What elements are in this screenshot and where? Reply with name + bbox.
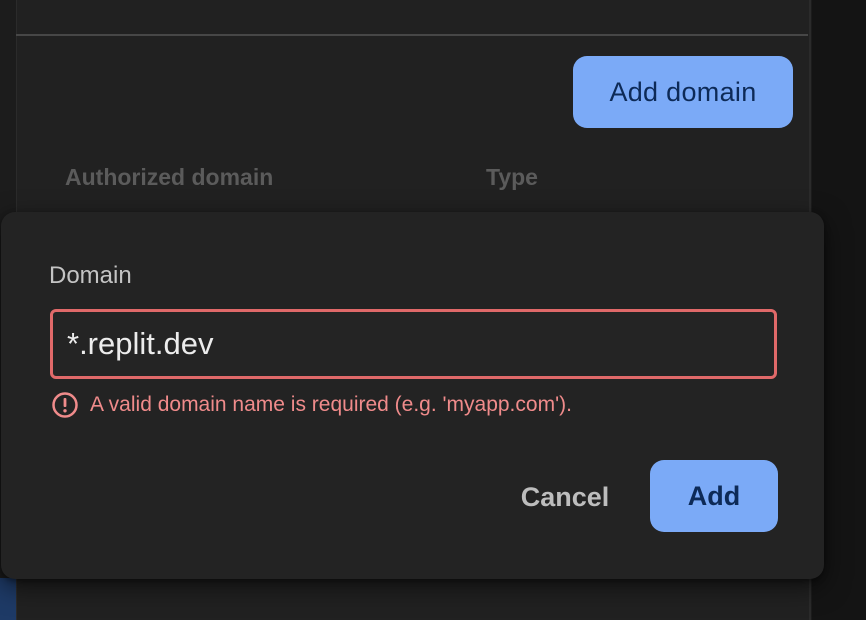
domain-field-label: Domain [49, 262, 132, 289]
page: Add domain Authorized domain Type Domain… [0, 0, 866, 620]
add-domain-button[interactable]: Add domain [573, 56, 793, 128]
error-circle-icon [51, 391, 79, 419]
domain-input[interactable] [50, 309, 777, 379]
cancel-button[interactable]: Cancel [506, 462, 624, 532]
add-button[interactable]: Add [650, 460, 778, 532]
column-header-type: Type [486, 164, 538, 190]
column-header-authorized-domain: Authorized domain [65, 164, 274, 190]
add-domain-dialog: Domain A valid domain name is required (… [1, 212, 824, 579]
error-message: A valid domain name is required (e.g. 'm… [90, 393, 572, 416]
left-edge-accent [0, 578, 16, 620]
section-divider [16, 34, 808, 36]
validation-error: A valid domain name is required (e.g. 'm… [51, 390, 572, 420]
